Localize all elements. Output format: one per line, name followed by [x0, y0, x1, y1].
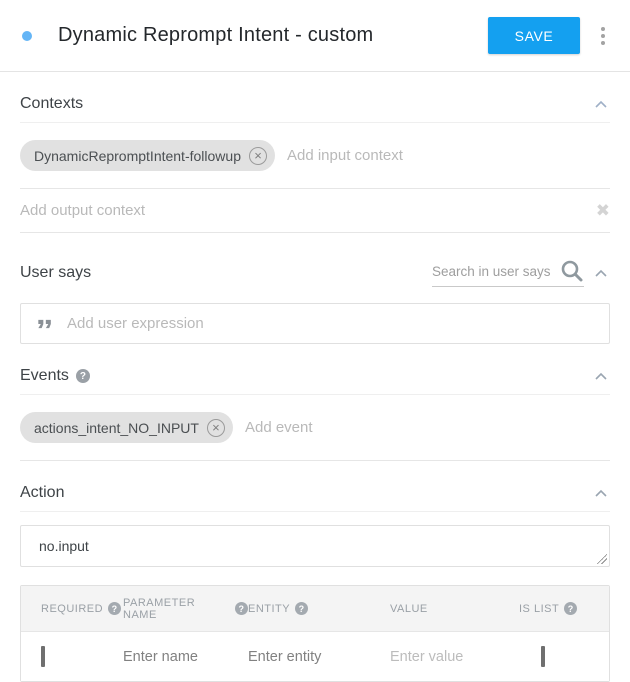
- clear-output-context-icon[interactable]: [596, 202, 610, 219]
- add-input-context-field[interactable]: [287, 147, 610, 164]
- contexts-section-header: Contexts: [20, 72, 610, 123]
- remove-context-icon[interactable]: [249, 147, 267, 165]
- input-contexts-row: DynamicRepromptIntent-followup: [20, 123, 610, 189]
- parameters-table-header: REQUIRED PARAMETER NAME ENTITY VALUE IS …: [21, 586, 609, 632]
- intent-header: Dynamic Reprompt Intent - custom SAVE: [0, 0, 630, 72]
- required-checkbox[interactable]: [41, 646, 45, 667]
- events-row: actions_intent_NO_INPUT: [20, 395, 610, 461]
- event-chip: actions_intent_NO_INPUT: [20, 412, 233, 443]
- remove-event-icon[interactable]: [207, 419, 225, 437]
- column-parameter-name: PARAMETER NAME: [123, 597, 248, 621]
- output-contexts-row: [20, 189, 610, 233]
- double-quote-icon: [35, 314, 55, 334]
- required-help-icon[interactable]: [108, 602, 121, 615]
- intent-editor-page: Dynamic Reprompt Intent - custom SAVE Co…: [0, 0, 630, 671]
- parameter-name-help-icon[interactable]: [235, 602, 248, 615]
- chevron-up-icon[interactable]: [594, 372, 608, 381]
- more-options-icon[interactable]: [594, 17, 612, 54]
- column-value: VALUE: [390, 603, 519, 615]
- action-heading: Action: [20, 484, 64, 502]
- chevron-up-icon[interactable]: [594, 269, 608, 278]
- entity-input[interactable]: [248, 649, 358, 665]
- column-is-list: IS LIST: [519, 602, 609, 615]
- input-context-chip: DynamicRepromptIntent-followup: [20, 140, 275, 171]
- parameter-row: [21, 632, 609, 681]
- save-button[interactable]: SAVE: [488, 17, 580, 54]
- value-input[interactable]: [390, 649, 500, 665]
- input-context-chip-label: DynamicRepromptIntent-followup: [34, 148, 241, 164]
- add-output-context-field[interactable]: [20, 202, 596, 219]
- resize-grip-icon[interactable]: [597, 554, 607, 564]
- chevron-up-icon[interactable]: [594, 100, 608, 109]
- is-list-checkbox[interactable]: [541, 646, 545, 667]
- usersays-section-header: User says: [20, 233, 610, 295]
- user-expression-box: [20, 303, 610, 344]
- usersays-heading: User says: [20, 264, 91, 282]
- add-user-expression-input[interactable]: [67, 315, 595, 332]
- is-list-help-icon[interactable]: [564, 602, 577, 615]
- action-name-input[interactable]: no.input: [21, 526, 609, 566]
- events-heading: Events: [20, 367, 69, 385]
- event-chip-label: actions_intent_NO_INPUT: [34, 420, 199, 436]
- page-title: Dynamic Reprompt Intent - custom: [58, 24, 488, 47]
- parameter-name-input[interactable]: [123, 649, 233, 665]
- chevron-up-icon[interactable]: [594, 489, 608, 498]
- column-entity: ENTITY: [248, 602, 390, 615]
- contexts-heading: Contexts: [20, 95, 83, 113]
- add-event-field[interactable]: [245, 419, 610, 436]
- column-required: REQUIRED: [41, 602, 123, 615]
- usersays-search-field: [432, 259, 584, 287]
- parameters-table: REQUIRED PARAMETER NAME ENTITY VALUE IS …: [20, 585, 610, 682]
- events-section-header: Events: [20, 344, 610, 395]
- intent-form: Contexts DynamicRepromptIntent-followup …: [0, 72, 630, 682]
- intent-status-dot-icon: [22, 31, 32, 41]
- action-section-header: Action: [20, 461, 610, 512]
- events-help-icon[interactable]: [76, 369, 90, 383]
- search-user-says-input[interactable]: [432, 264, 554, 279]
- search-icon[interactable]: [560, 259, 584, 283]
- usersays-search-group: [432, 259, 608, 287]
- action-field-box: no.input: [20, 525, 610, 567]
- entity-help-icon[interactable]: [295, 602, 308, 615]
